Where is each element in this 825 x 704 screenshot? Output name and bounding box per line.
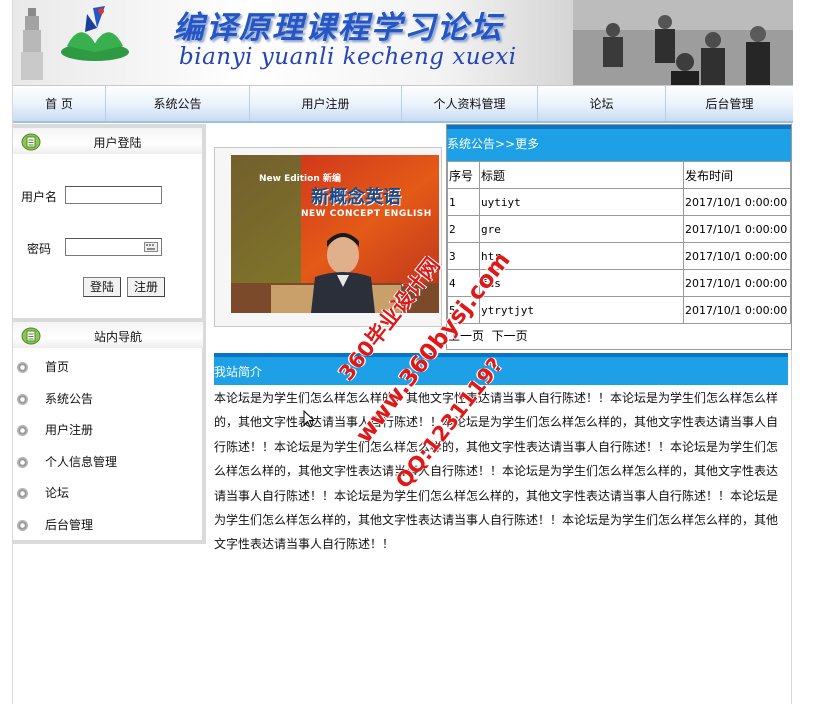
pager: 上一页 下一页 [447, 324, 791, 348]
sidebar-item-label: 论坛 [45, 486, 70, 501]
register-button[interactable]: 注册 [127, 277, 165, 297]
sidebar: 用户登陆 用户名 密码 登陆 注册 站内导航 首页 系统公告 用户注册 个人信息… [13, 124, 206, 544]
row-time: 2017/10/1 0:00:00 [683, 188, 791, 216]
table-row: 2 gre 2017/10/1 0:00:00 [447, 215, 791, 243]
sidebar-item-announcements[interactable]: 系统公告 [13, 384, 203, 416]
bullet-icon [17, 456, 28, 468]
sidebar-item-label: 用户注册 [45, 423, 94, 438]
next-page-link[interactable]: 下一页 [492, 329, 528, 343]
row-time: 2017/10/1 0:00:00 [683, 242, 791, 270]
notice-header-link[interactable]: 系统公告>>更多 [447, 125, 791, 161]
sidebar-item-admin[interactable]: 后台管理 [13, 510, 203, 542]
intro-text: 本论坛是为学生们怎么样怎么样的，其他文字性表达请当事人自行陈述！！本论坛是为学生… [214, 391, 779, 552]
header-banner: 编译原理课程学习论坛 bianyi yuanli kecheng xuexi [13, 0, 793, 86]
username-input[interactable] [65, 186, 162, 204]
sidebar-item-profile[interactable]: 个人信息管理 [13, 447, 203, 479]
featured-video-thumbnail[interactable]: New Edition 新编 新概念英语 NEW CONCEPT ENGLISH [231, 155, 439, 313]
site-nav-header: 站内导航 [13, 318, 203, 348]
row-title-link[interactable]: fds [479, 269, 684, 297]
table-row: 1 uytiyt 2017/10/1 0:00:00 [447, 188, 791, 216]
table-row: 3 htr 2017/10/1 0:00:00 [447, 242, 791, 270]
pagoda-icon [21, 8, 43, 80]
row-no: 1 [447, 188, 480, 216]
row-time: 2017/10/1 0:00:00 [683, 269, 791, 297]
row-title-link[interactable]: ytrytjyt [479, 296, 684, 324]
notice-panel: 系统公告>>更多 序号 标题 发布时间 1 uytiyt 2017/10/1 0… [446, 124, 792, 350]
keyboard-icon [144, 242, 158, 252]
intro-header: 我站简介 [214, 353, 788, 385]
row-time: 2017/10/1 0:00:00 [683, 215, 791, 243]
table-row: 4 fds 2017/10/1 0:00:00 [447, 269, 791, 297]
table-row: 5 ytrytjyt 2017/10/1 0:00:00 [447, 296, 791, 324]
site-nav-title: 站内导航 [93, 330, 142, 344]
row-title-link[interactable]: gre [479, 215, 684, 243]
column-header-no: 序号 [447, 161, 480, 189]
row-time: 2017/10/1 0:00:00 [683, 296, 791, 324]
sidebar-item-register[interactable]: 用户注册 [13, 415, 203, 447]
username-label: 用户名 [21, 190, 58, 204]
row-no: 2 [447, 215, 480, 243]
nav-register[interactable]: 用户注册 [250, 86, 402, 121]
sidebar-item-label: 后台管理 [45, 517, 94, 532]
row-no: 4 [447, 269, 480, 297]
sidebar-item-label: 首页 [45, 360, 70, 374]
nav-admin[interactable]: 后台管理 [666, 86, 793, 121]
meeting-photo [573, 0, 793, 85]
site-subtitle: bianyi yuanli kecheng xuexi [179, 44, 517, 70]
sidebar-item-home[interactable]: 首页 [13, 352, 203, 384]
password-input[interactable] [65, 238, 162, 256]
row-title-link[interactable]: htr [479, 242, 684, 270]
bullet-icon [17, 519, 28, 531]
featured-image-frame: New Edition 新编 新概念英语 NEW CONCEPT ENGLISH [214, 147, 442, 327]
table-header-row: 序号 标题 发布时间 [447, 161, 791, 189]
column-header-time: 发布时间 [683, 161, 791, 189]
mouse-cursor-icon [303, 410, 315, 428]
bullet-icon [17, 393, 28, 405]
prev-page-link[interactable]: 上一页 [448, 329, 484, 343]
video-title-en: NEW CONCEPT ENGLISH [301, 209, 432, 219]
page: 编译原理课程学习论坛 bianyi yuanli kecheng xuexi 首… [12, 0, 793, 704]
site-logo-icon [61, 6, 129, 61]
video-title-cn: 新概念英语 [311, 187, 401, 208]
bullet-icon [17, 362, 28, 373]
bullet-icon [17, 488, 28, 500]
login-button[interactable]: 登陆 [83, 277, 121, 297]
nav-home[interactable]: 首 页 [13, 86, 106, 121]
main-nav: 首 页 系统公告 用户注册 个人资料管理 论坛 后台管理 [13, 86, 793, 123]
login-panel-header: 用户登陆 [13, 124, 202, 154]
sidebar-item-forum[interactable]: 论坛 [13, 478, 203, 510]
bullet-icon [17, 425, 28, 437]
sidebar-item-label: 系统公告 [45, 391, 94, 406]
row-no: 5 [447, 296, 480, 324]
site-title: 编译原理课程学习论坛 [173, 10, 503, 46]
notice-table: 序号 标题 发布时间 1 uytiyt 2017/10/1 0:00:00 2 … [447, 161, 791, 324]
column-header-title: 标题 [479, 161, 684, 189]
nav-announcements[interactable]: 系统公告 [106, 86, 250, 121]
password-label: 密码 [27, 242, 52, 256]
nav-forum[interactable]: 论坛 [538, 86, 666, 121]
nav-profile[interactable]: 个人资料管理 [402, 86, 538, 121]
row-title-link[interactable]: uytiyt [479, 188, 684, 216]
site-nav-list: 首页 系统公告 用户注册 个人信息管理 论坛 后台管理 [13, 352, 203, 542]
sidebar-item-label: 个人信息管理 [45, 454, 118, 469]
login-panel-title: 用户登陆 [93, 136, 142, 150]
row-no: 3 [447, 242, 480, 270]
